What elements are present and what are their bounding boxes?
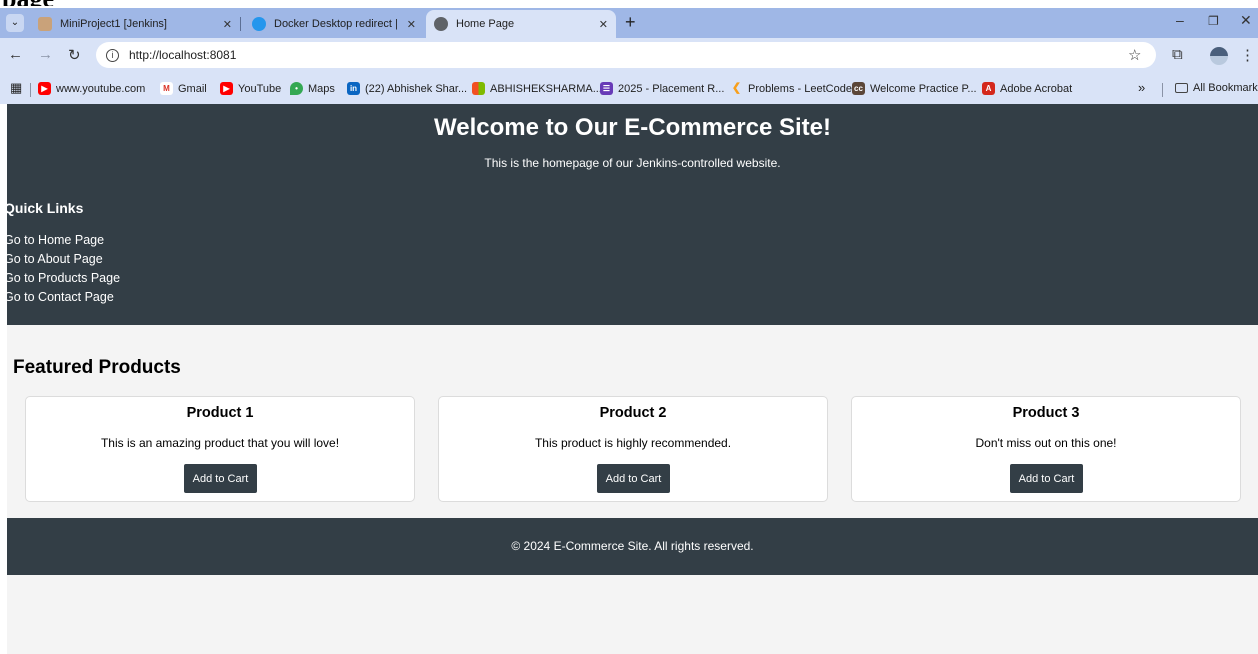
home-page-link[interactable]: Go to Home Page (4, 231, 120, 250)
forms-icon: ☰ (600, 82, 613, 95)
bookmark-youtube-site[interactable]: ▶ www.youtube.com (38, 82, 145, 95)
product-card: Product 3 Don't miss out on this one! Ad… (851, 396, 1241, 502)
bookmark-adobe-acrobat[interactable]: A Adobe Acrobat (982, 82, 1072, 95)
tab-divider (240, 17, 241, 31)
site-header: Welcome to Our E-Commerce Site! This is … (4, 104, 1258, 325)
new-tab-button[interactable]: + (625, 12, 636, 33)
folder-icon (1175, 83, 1188, 93)
bookmark-maps[interactable]: • Maps (290, 82, 335, 95)
docker-icon (252, 17, 266, 31)
tab-docker[interactable]: Docker Desktop redirect | Dock ✕ (244, 10, 424, 38)
tab-search-icon[interactable]: ⌄ (6, 14, 24, 32)
add-to-cart-button[interactable]: Add to Cart (597, 464, 670, 493)
browser-chrome: ⌄ MiniProject1 [Jenkins] ✕ Docker Deskto… (0, 8, 1258, 104)
product-name: Product 3 (1012, 405, 1080, 421)
bookmarks-divider (30, 83, 31, 97)
close-tab-icon[interactable]: ✕ (407, 18, 416, 31)
document-heading-fragment: page (2, 0, 54, 6)
product-name: Product 1 (186, 405, 254, 421)
codechef-icon: cc (852, 82, 865, 95)
linkedin-icon: in (347, 82, 360, 95)
maps-pin-icon: • (290, 82, 303, 95)
bookmark-leetcode[interactable]: ❮ Problems - LeetCode (730, 82, 852, 95)
bookmark-linkedin[interactable]: in (22) Abhishek Shar... (347, 82, 467, 95)
tab-strip: ⌄ MiniProject1 [Jenkins] ✕ Docker Deskto… (0, 8, 1258, 38)
gmail-icon: M (160, 82, 173, 95)
address-bar-row: ← → ↻ i http://localhost:8081 ☆ ⧉ ⋮ (0, 38, 1258, 74)
add-to-cart-button[interactable]: Add to Cart (184, 464, 257, 493)
products-page-link[interactable]: Go to Products Page (4, 269, 120, 288)
extensions-icon[interactable]: ⧉ (1172, 46, 1183, 63)
acrobat-icon: A (982, 82, 995, 95)
back-icon[interactable]: ← (8, 46, 23, 63)
product-description: This product is highly recommended. (534, 436, 732, 450)
product-card: Product 1 This is an amazing product tha… (25, 396, 415, 502)
close-tab-icon[interactable]: ✕ (223, 18, 232, 31)
reload-icon[interactable]: ↻ (68, 46, 81, 64)
quick-links-list: Go to Home Page Go to About Page Go to P… (4, 231, 120, 307)
tab-jenkins[interactable]: MiniProject1 [Jenkins] ✕ (30, 10, 240, 38)
forward-icon[interactable]: → (38, 46, 53, 63)
youtube-icon: ▶ (220, 82, 233, 95)
add-to-cart-button[interactable]: Add to Cart (1010, 464, 1083, 493)
bookmark-practice[interactable]: cc Welcome Practice P... (852, 82, 977, 95)
more-bookmarks-icon[interactable]: » (1138, 80, 1145, 95)
bookmark-gmail[interactable]: M Gmail (160, 82, 207, 95)
close-tab-icon[interactable]: ✕ (599, 18, 608, 31)
quick-links-heading: Quick Links (4, 200, 84, 216)
bookmark-placement[interactable]: ☰ 2025 - Placement R... (600, 82, 724, 95)
product-description: Don't miss out on this one! (975, 436, 1117, 450)
minimize-icon[interactable]: – (1176, 12, 1184, 28)
bookmarks-bar: ▦ ▶ www.youtube.com M Gmail ▶ YouTube • … (0, 74, 1258, 104)
globe-icon (434, 17, 448, 31)
product-name: Product 2 (599, 405, 667, 421)
tab-home-page[interactable]: Home Page ✕ (426, 10, 616, 38)
page-title: Welcome to Our E-Commerce Site! (434, 114, 831, 141)
site-footer: © 2024 E-Commerce Site. All rights reser… (7, 518, 1258, 575)
product-card: Product 2 This product is highly recomme… (438, 396, 828, 502)
about-page-link[interactable]: Go to About Page (4, 250, 120, 269)
jenkins-icon (38, 17, 52, 31)
restore-icon[interactable]: ❐ (1208, 14, 1219, 28)
page-viewport: Welcome to Our E-Commerce Site! This is … (4, 104, 1258, 654)
youtube-icon: ▶ (38, 82, 51, 95)
copyright-text: © 2024 E-Commerce Site. All rights reser… (511, 539, 754, 553)
bookmark-star-icon[interactable]: ☆ (1128, 46, 1141, 64)
address-input[interactable]: i http://localhost:8081 (96, 42, 1156, 68)
close-window-icon[interactable]: ✕ (1240, 12, 1252, 29)
page-subtitle: This is the homepage of our Jenkins-cont… (484, 156, 781, 170)
apps-grid-icon[interactable]: ▦ (10, 80, 22, 96)
profile-avatar[interactable] (1210, 47, 1228, 65)
microsoft-icon (472, 82, 485, 95)
leetcode-icon: ❮ (731, 82, 742, 94)
url-text: http://localhost:8081 (129, 48, 237, 62)
product-description: This is an amazing product that you will… (100, 436, 340, 450)
bookmark-abhisheksharma[interactable]: ABHISHEKSHARMA... (472, 82, 602, 95)
browser-menu-icon[interactable]: ⋮ (1240, 46, 1255, 64)
featured-products-heading: Featured Products (13, 357, 181, 378)
bookmark-youtube[interactable]: ▶ YouTube (220, 82, 281, 95)
all-bookmarks-button[interactable]: All Bookmarks (1175, 82, 1258, 94)
info-icon[interactable]: i (106, 48, 119, 62)
contact-page-link[interactable]: Go to Contact Page (4, 288, 120, 307)
bookmarks-divider (1162, 83, 1163, 97)
